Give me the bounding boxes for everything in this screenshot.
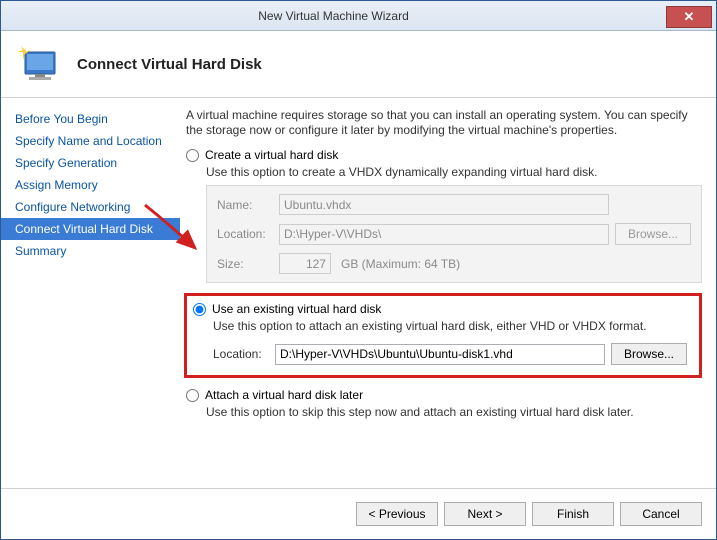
- sidebar-item-assign-memory[interactable]: Assign Memory: [1, 174, 180, 196]
- wizard-header: Connect Virtual Hard Disk: [1, 31, 716, 98]
- existing-location-label: Location:: [213, 347, 269, 361]
- intro-text: A virtual machine requires storage so th…: [186, 108, 702, 138]
- create-location-label: Location:: [217, 227, 273, 241]
- wizard-footer: < Previous Next > Finish Cancel: [1, 488, 716, 538]
- sidebar-item-before-you-begin[interactable]: Before You Begin: [1, 108, 180, 130]
- cancel-button[interactable]: Cancel: [620, 502, 702, 526]
- close-icon: ✕: [684, 9, 695, 25]
- radio-existing-label: Use an existing virtual hard disk: [212, 302, 381, 316]
- wizard-sidebar: Before You Begin Specify Name and Locati…: [1, 98, 180, 488]
- sidebar-item-specify-generation[interactable]: Specify Generation: [1, 152, 180, 174]
- option-create-desc: Use this option to create a VHDX dynamic…: [206, 165, 702, 179]
- close-button[interactable]: ✕: [666, 6, 712, 28]
- radio-later-vhd[interactable]: [186, 389, 199, 402]
- option-later-desc: Use this option to skip this step now an…: [206, 405, 702, 419]
- create-size-label: Size:: [217, 257, 273, 271]
- sidebar-item-summary[interactable]: Summary: [1, 240, 180, 262]
- radio-later-label: Attach a virtual hard disk later: [205, 388, 363, 402]
- option-create-block: Create a virtual hard disk Use this opti…: [186, 148, 702, 283]
- sidebar-item-configure-networking[interactable]: Configure Networking: [1, 196, 180, 218]
- radio-create-label: Create a virtual hard disk: [205, 148, 338, 162]
- create-name-input: [279, 194, 609, 215]
- page-title: Connect Virtual Hard Disk: [77, 56, 262, 73]
- wizard-content: A virtual machine requires storage so th…: [180, 98, 716, 488]
- window-title: New Virtual Machine Wizard: [1, 9, 666, 23]
- create-vhd-form: Name: Location: Browse... Size: GB (Maxi…: [206, 185, 702, 283]
- annotation-highlight-box: Use an existing virtual hard disk Use th…: [184, 293, 702, 378]
- create-location-input: [279, 224, 609, 245]
- existing-location-input[interactable]: [275, 344, 605, 365]
- wizard-header-icon: [15, 40, 63, 88]
- radio-existing-vhd[interactable]: [193, 303, 206, 316]
- existing-vhd-form: Location: Browse...: [213, 339, 693, 365]
- sidebar-item-connect-vhd[interactable]: Connect Virtual Hard Disk: [1, 218, 180, 240]
- option-later-block: Attach a virtual hard disk later Use thi…: [186, 388, 702, 419]
- create-name-label: Name:: [217, 198, 273, 212]
- sidebar-item-specify-name[interactable]: Specify Name and Location: [1, 130, 180, 152]
- radio-create-vhd[interactable]: [186, 149, 199, 162]
- previous-button[interactable]: < Previous: [356, 502, 438, 526]
- finish-button[interactable]: Finish: [532, 502, 614, 526]
- existing-browse-button[interactable]: Browse...: [611, 343, 687, 365]
- option-existing-block: Use an existing virtual hard disk Use th…: [193, 302, 693, 365]
- titlebar: New Virtual Machine Wizard ✕: [1, 1, 716, 31]
- option-existing-desc: Use this option to attach an existing vi…: [213, 319, 693, 333]
- create-size-suffix: GB (Maximum: 64 TB): [341, 257, 460, 271]
- next-button[interactable]: Next >: [444, 502, 526, 526]
- create-browse-button: Browse...: [615, 223, 691, 245]
- create-size-input: [279, 253, 331, 274]
